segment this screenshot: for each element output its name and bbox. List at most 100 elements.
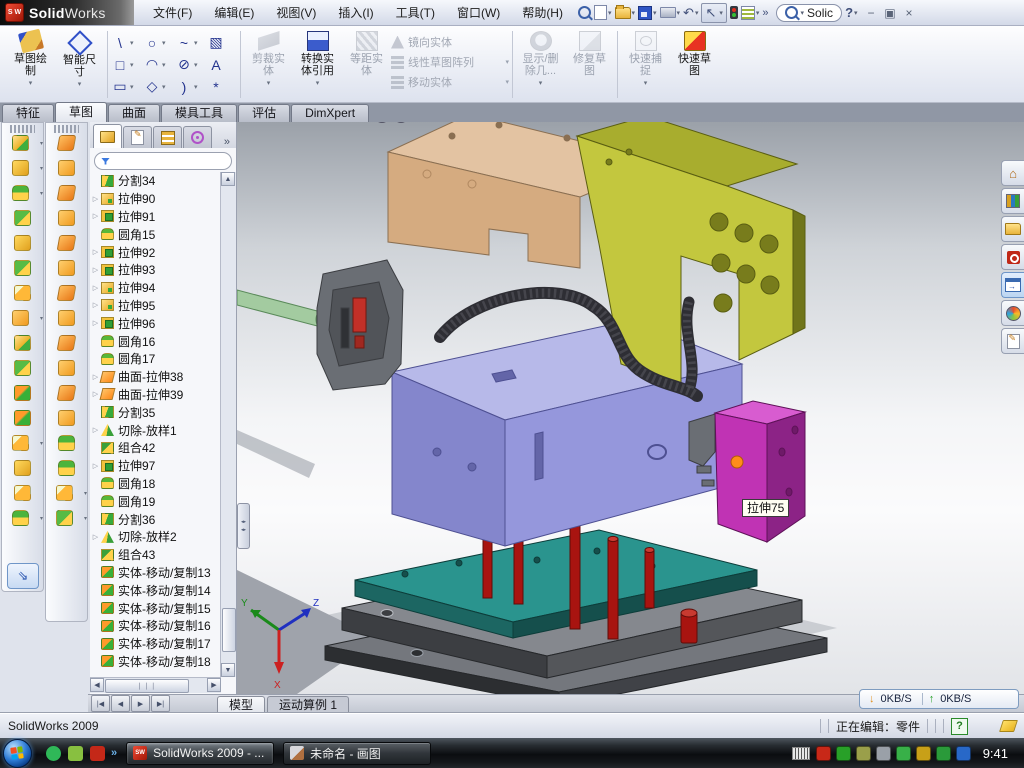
network-warning-icon[interactable]: [916, 746, 931, 761]
tab-3[interactable]: 模具工具: [161, 104, 237, 122]
sketch-tool-5[interactable]: ◠▾: [143, 56, 173, 73]
expand-arrow-icon[interactable]: ▷: [90, 266, 101, 274]
update-icon[interactable]: [856, 746, 871, 761]
doc-nav-3[interactable]: ▶|: [151, 695, 170, 712]
menu-item-1[interactable]: 编辑(E): [203, 0, 265, 25]
surfaces-tool-14[interactable]: ▾: [46, 485, 87, 501]
tree-vertical-scrollbar[interactable]: ▲ ▼: [220, 172, 236, 677]
taskpane-tab-file-explorer[interactable]: [1001, 216, 1024, 242]
doc-tab-1[interactable]: 运动算例 1: [267, 696, 349, 713]
sketch-tool-11[interactable]: *: [207, 79, 237, 95]
dropdown-caret-icon[interactable]: ▾: [78, 80, 82, 88]
surfaces-tool-13[interactable]: [46, 460, 87, 476]
tree-item-24[interactable]: 实体-移动/复制15: [90, 599, 221, 617]
features-tool-11[interactable]: [2, 410, 43, 426]
surfaces-tool-15[interactable]: ▾: [46, 510, 87, 526]
scroll-right-button[interactable]: ▶: [207, 678, 221, 692]
hscroll-thumb[interactable]: ❘❘❘: [105, 679, 189, 693]
solidworks-icon[interactable]: [90, 746, 105, 761]
tree-horizontal-scrollbar[interactable]: ◀ ❘❘❘ ▶: [90, 677, 221, 693]
taskpane-tab-design-library[interactable]: [1001, 188, 1024, 214]
sync-icon[interactable]: [896, 746, 911, 761]
tree-item-5[interactable]: ▷拉伸93: [90, 261, 221, 279]
restore-button[interactable]: ▣: [881, 6, 900, 20]
tree-item-13[interactable]: 分割35: [90, 403, 221, 421]
panel-splitter-handle[interactable]: ◂▸◂▸: [237, 503, 250, 549]
antivirus-icon[interactable]: [836, 746, 851, 761]
expand-arrow-icon[interactable]: ▷: [90, 462, 101, 470]
sketch-tool-9[interactable]: ◇▾: [143, 78, 173, 95]
features-tool-8[interactable]: [2, 335, 43, 351]
taskpane-tab-solidworks-search[interactable]: [1001, 244, 1024, 270]
taskbar-task-0[interactable]: SWSolidWorks 2009 - ...: [126, 742, 274, 765]
tree-item-20[interactable]: ▷切除-放样2: [90, 528, 221, 546]
surfaces-tool-8[interactable]: [46, 335, 87, 351]
exploded-mold-assembly[interactable]: Y Z X: [237, 122, 1024, 694]
scroll-left-button[interactable]: ◀: [90, 678, 104, 692]
expand-arrow-icon[interactable]: ▷: [90, 533, 101, 541]
tree-item-19[interactable]: 分割36: [90, 510, 221, 528]
tab-feature-manager[interactable]: [93, 124, 122, 148]
tab-2[interactable]: 曲面: [108, 104, 160, 122]
menu-item-3[interactable]: 插入(I): [327, 0, 384, 25]
tree-item-11[interactable]: ▷曲面-拉伸38: [90, 368, 221, 386]
surfaces-tool-11[interactable]: [46, 410, 87, 426]
tree-item-8[interactable]: ▷拉伸96: [90, 314, 221, 332]
expand-arrow-icon[interactable]: ▷: [90, 248, 101, 256]
doc-tab-0[interactable]: 模型: [217, 696, 265, 713]
dropdown-caret-icon[interactable]: ▾: [316, 79, 320, 87]
surfaces-tool-7[interactable]: [46, 310, 87, 326]
menu-item-4[interactable]: 工具(T): [385, 0, 446, 25]
instant3d-button[interactable]: ⇘: [7, 563, 39, 589]
options-button[interactable]: ▾: [741, 6, 760, 20]
tree-item-22[interactable]: 实体-移动/复制13: [90, 564, 221, 582]
sketch-tool-0[interactable]: \▾: [111, 35, 141, 51]
expand-arrow-icon[interactable]: ▷: [90, 212, 101, 220]
surfaces-tool-9[interactable]: [46, 360, 87, 376]
features-tool-4[interactable]: [2, 235, 43, 251]
select-tool[interactable]: ↖▾: [701, 3, 726, 23]
tab-dimxpert-manager[interactable]: [183, 126, 212, 148]
surfaces-tool-3[interactable]: [46, 210, 87, 226]
tree-item-18[interactable]: 圆角19: [90, 492, 221, 510]
surfaces-tool-10[interactable]: [46, 385, 87, 401]
features-tool-3[interactable]: [2, 210, 43, 226]
dropdown-caret-icon[interactable]: ▾: [267, 79, 271, 87]
menu-item-5[interactable]: 窗口(W): [446, 0, 511, 25]
sketch-tool-7[interactable]: A: [207, 57, 237, 73]
tab-1[interactable]: 草图: [55, 102, 107, 122]
part-magenta-block[interactable]: [715, 401, 805, 542]
toolbar-overflow[interactable]: »: [762, 7, 768, 19]
doc-nav-2[interactable]: ▶: [131, 695, 150, 712]
features-tool-15[interactable]: ▾: [2, 510, 43, 526]
sketch-tool-3[interactable]: ▧: [207, 34, 237, 51]
rapid-sketch-button[interactable]: 快速草图: [670, 27, 719, 102]
taskbar-clock[interactable]: 9:41: [983, 746, 1008, 761]
pin-icon[interactable]: [578, 6, 591, 19]
taskpane-tab-custom-properties[interactable]: [1001, 328, 1024, 354]
tab-configuration-manager[interactable]: [153, 126, 182, 148]
undo-button[interactable]: ↶▾: [683, 5, 698, 21]
tree-item-23[interactable]: 实体-移动/复制14: [90, 581, 221, 599]
features-tool-1[interactable]: ▾: [2, 160, 43, 176]
print-button[interactable]: ▾: [660, 7, 681, 18]
expand-arrow-icon[interactable]: ▷: [90, 426, 101, 434]
features-tool-0[interactable]: ▾: [2, 135, 43, 151]
menu-item-2[interactable]: 视图(V): [265, 0, 327, 25]
app-icon[interactable]: [68, 746, 83, 761]
sketch-tool-8[interactable]: ▭▾: [111, 78, 141, 95]
tree-item-16[interactable]: ▷拉伸97: [90, 457, 221, 475]
features-tool-9[interactable]: [2, 360, 43, 376]
features-tool-5[interactable]: [2, 260, 43, 276]
sketch-tool-1[interactable]: ○▾: [143, 35, 173, 51]
open-file-button[interactable]: ▾: [615, 7, 636, 19]
status-help-icon[interactable]: ?: [951, 718, 968, 735]
menu-item-0[interactable]: 文件(F): [142, 0, 203, 25]
help-button[interactable]: ?▾: [845, 5, 857, 20]
panel-overflow-chevron[interactable]: »: [224, 136, 230, 148]
tag-icon[interactable]: [999, 720, 1018, 732]
part-green-rod[interactable]: [237, 290, 326, 328]
tree-item-3[interactable]: 圆角15: [90, 225, 221, 243]
features-tool-13[interactable]: [2, 460, 43, 476]
dropdown-caret-icon[interactable]: ▾: [644, 79, 648, 87]
